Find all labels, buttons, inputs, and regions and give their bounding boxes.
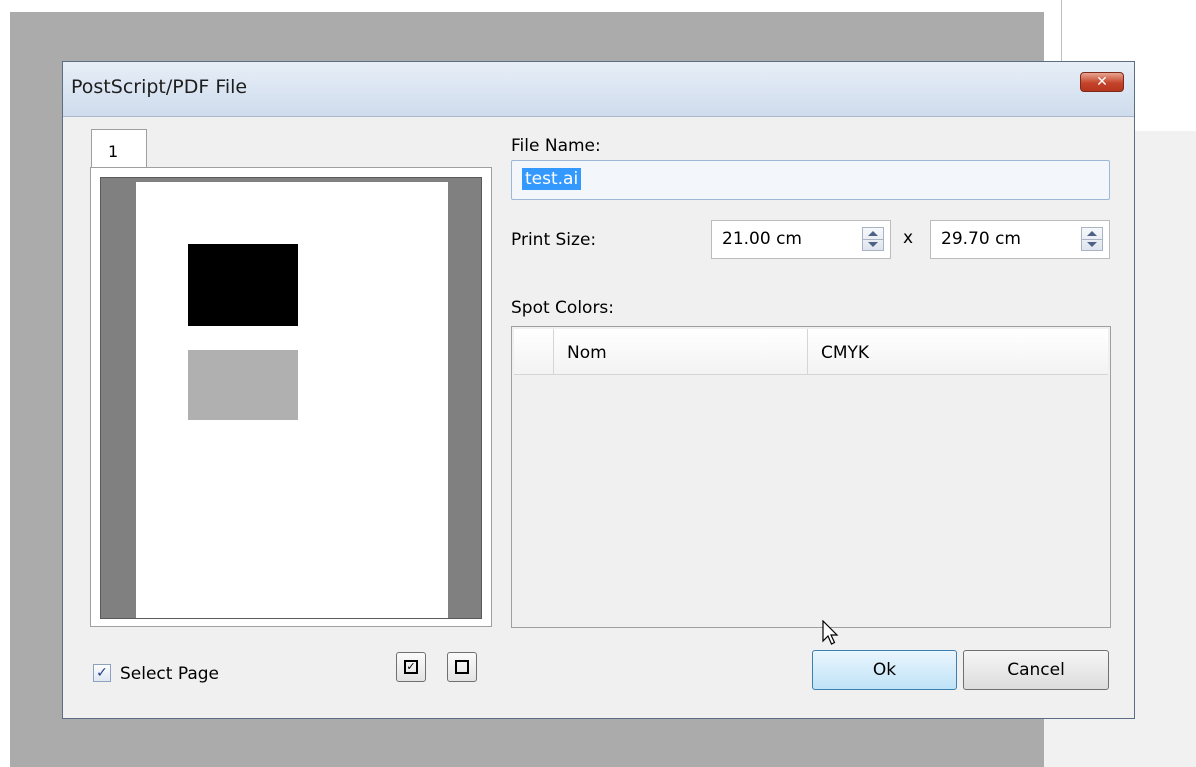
cancel-button[interactable]: Cancel <box>963 650 1109 690</box>
spin-up-icon <box>868 231 878 236</box>
file-name-field[interactable]: test.ai <box>511 160 1110 200</box>
checked-box-icon: ✓ <box>404 660 418 674</box>
spin-down-icon <box>1087 242 1097 247</box>
postscript-pdf-dialog: PostScript/PDF File ✕ 1 ✓ Select Page ✓ … <box>62 61 1135 719</box>
column-header-nom[interactable]: Nom <box>554 329 808 374</box>
print-width-stepper[interactable]: 21.00 cm <box>711 220 891 259</box>
spot-colors-header: Nom CMYK <box>514 329 1108 375</box>
close-button[interactable]: ✕ <box>1080 72 1124 92</box>
page-preview <box>100 177 482 619</box>
header-spacer <box>514 329 554 374</box>
column-cmyk-label: CMYK <box>821 343 870 363</box>
print-height-value: 29.70 cm <box>941 229 1021 249</box>
tab-page-1[interactable]: 1 <box>91 129 147 169</box>
file-name-value: test.ai <box>522 168 582 190</box>
empty-box-icon <box>455 660 469 674</box>
spin-divider <box>863 239 883 240</box>
select-page-label: Select Page <box>120 664 220 684</box>
print-width-value: 21.00 cm <box>722 229 802 249</box>
height-spin-buttons[interactable] <box>1081 227 1103 251</box>
title-bar[interactable]: PostScript/PDF File ✕ <box>63 62 1134 117</box>
print-height-stepper[interactable]: 29.70 cm <box>930 220 1110 259</box>
column-header-cmyk[interactable]: CMYK <box>808 329 1108 374</box>
preview-black-rectangle <box>188 244 298 326</box>
column-nom-label: Nom <box>567 343 607 363</box>
mouse-cursor-icon <box>822 620 839 645</box>
file-name-label: File Name: <box>511 136 601 156</box>
preview-page-sheet <box>136 182 448 618</box>
deselect-all-pages-button[interactable] <box>447 652 477 682</box>
checkmark-icon: ✓ <box>96 665 108 681</box>
ok-button[interactable]: Ok <box>812 650 957 690</box>
spot-colors-label: Spot Colors: <box>511 298 615 318</box>
spin-down-icon <box>868 242 878 247</box>
width-spin-buttons[interactable] <box>862 227 884 251</box>
tab-label: 1 <box>108 142 119 161</box>
spin-divider <box>1082 239 1102 240</box>
times-symbol: x <box>903 228 914 248</box>
select-all-pages-button[interactable]: ✓ <box>396 652 426 682</box>
dialog-title: PostScript/PDF File <box>71 76 248 98</box>
page-preview-panel <box>90 167 492 627</box>
close-icon: ✕ <box>1096 74 1108 90</box>
spot-colors-list[interactable]: Nom CMYK <box>511 326 1111 628</box>
print-size-label: Print Size: <box>511 230 597 250</box>
preview-gray-rectangle <box>188 350 298 420</box>
spin-up-icon <box>1087 231 1097 236</box>
select-page-checkbox[interactable]: ✓ <box>93 664 111 682</box>
